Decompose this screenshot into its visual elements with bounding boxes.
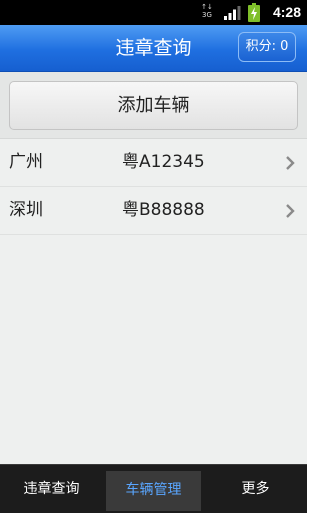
title-bar: 违章查询 积分: 0 bbox=[0, 25, 307, 72]
chevron-right-icon bbox=[286, 156, 295, 170]
network-indicator: ↑↓ 3G bbox=[201, 3, 213, 19]
battery-charging-icon bbox=[248, 3, 260, 22]
network-activity-icon: ↑↓ bbox=[201, 3, 213, 11]
vehicle-list-item[interactable]: 深圳 粤B88888 bbox=[0, 187, 307, 235]
bottom-tab-bar: 违章查询 车辆管理 更多 bbox=[0, 464, 307, 513]
tab-vehicle-management[interactable]: 车辆管理 bbox=[106, 471, 201, 511]
tab-more[interactable]: 更多 bbox=[204, 465, 307, 513]
network-type: 3G bbox=[202, 11, 212, 19]
tab-violation-query[interactable]: 违章查询 bbox=[0, 465, 103, 513]
points-button[interactable]: 积分: 0 bbox=[238, 32, 296, 62]
clock: 4:28 bbox=[272, 4, 301, 20]
chevron-right-icon bbox=[286, 204, 295, 218]
status-bar: ↑↓ 3G 4:28 bbox=[0, 0, 307, 25]
vehicle-plate: 粤B88888 bbox=[122, 200, 205, 220]
add-vehicle-area: 添加车辆 bbox=[0, 72, 307, 139]
vehicle-city: 深圳 bbox=[9, 200, 43, 220]
add-vehicle-button[interactable]: 添加车辆 bbox=[9, 81, 298, 130]
signal-icon bbox=[224, 6, 241, 20]
vehicle-city: 广州 bbox=[9, 152, 43, 172]
vehicle-plate: 粤A12345 bbox=[122, 152, 205, 172]
vehicle-management-panel: 添加车辆 广州 粤A12345 深圳 粤B88888 bbox=[0, 72, 307, 464]
vehicle-list-item[interactable]: 广州 粤A12345 bbox=[0, 139, 307, 187]
